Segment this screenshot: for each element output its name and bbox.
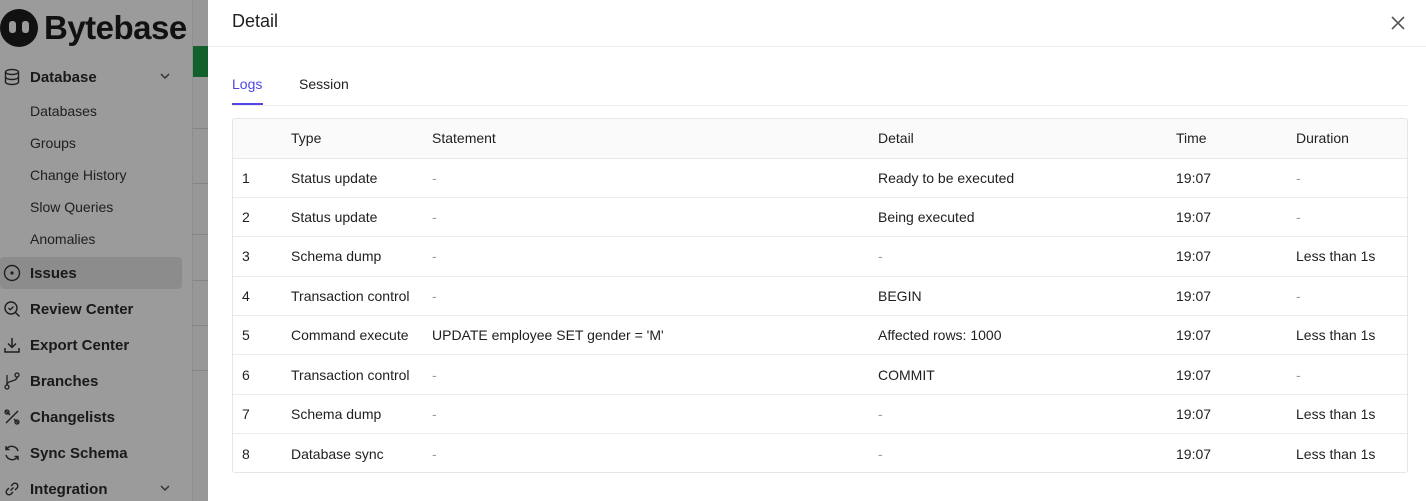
row-detail: COMMIT: [878, 354, 1176, 395]
row-time: 19:07: [1176, 276, 1296, 317]
detail-drawer: Detail Logs Session Type Statement Detai…: [208, 0, 1426, 501]
row-index: 6: [233, 354, 291, 395]
row-time: 19:07: [1176, 394, 1296, 435]
row-duration: Less than 1s: [1296, 315, 1407, 356]
row-detail: -: [878, 394, 1176, 435]
row-index: 8: [242, 445, 250, 462]
row-time: 19:07: [1176, 445, 1212, 462]
table-header-row: Type Statement Detail Time Duration: [233, 119, 1407, 159]
row-time: 19:07: [1176, 158, 1296, 198]
row-statement: -: [432, 276, 878, 317]
row-detail: Affected rows: 1000: [878, 315, 1176, 356]
column-header-type: Type: [291, 119, 432, 159]
row-type: Transaction control: [291, 354, 432, 395]
table-row: 3 Schema dump - - 19:07 Less than 1s: [233, 236, 1407, 277]
row-detail: Ready to be executed: [878, 158, 1176, 198]
row-duration: -: [1296, 158, 1407, 198]
row-statement: UPDATE employee SET gender = 'M': [432, 315, 878, 356]
row-detail: BEGIN: [878, 276, 1176, 317]
row-type: Status update: [291, 158, 432, 198]
table-row: 7 Schema dump - - 19:07 Less than 1s: [233, 394, 1407, 435]
column-header-statement: Statement: [432, 119, 878, 159]
row-duration: Less than 1s: [1296, 236, 1407, 277]
row-type: Schema dump: [291, 236, 432, 277]
logs-table: Type Statement Detail Time Duration 1 St…: [232, 118, 1408, 473]
row-index: 4: [233, 276, 291, 317]
row-index: 5: [233, 315, 291, 356]
row-time: 19:07: [1176, 236, 1296, 277]
table-row: 4 Transaction control - BEGIN 19:07 -: [233, 276, 1407, 317]
row-detail: Being executed: [878, 197, 1176, 238]
tab-session[interactable]: Session: [299, 76, 349, 92]
column-header-time: Time: [1176, 119, 1296, 159]
table-row: 2 Status update - Being executed 19:07 -: [233, 197, 1407, 238]
column-header-detail: Detail: [878, 119, 1176, 159]
row-index: 1: [233, 158, 291, 198]
row-duration: Less than 1s: [1296, 445, 1376, 462]
row-time: 19:07: [1176, 354, 1296, 395]
drawer-title: Detail: [232, 11, 279, 31]
row-detail: -: [878, 445, 883, 462]
modal-overlay[interactable]: [0, 0, 208, 501]
row-type: Status update: [291, 197, 432, 238]
row-time: 19:07: [1176, 315, 1296, 356]
table-row: 6 Transaction control - COMMIT 19:07 -: [233, 354, 1407, 395]
table-row: 8 Database sync - - 19:07 Less than 1s: [233, 434, 1407, 472]
row-duration: -: [1296, 354, 1407, 395]
drawer-header: Detail: [208, 0, 1426, 47]
row-type: Database sync: [291, 445, 384, 462]
row-index: 2: [233, 197, 291, 238]
row-statement: -: [432, 354, 878, 395]
tab-logs[interactable]: Logs: [232, 76, 262, 92]
row-statement: -: [432, 236, 878, 277]
row-type: Command execute: [291, 315, 432, 356]
row-statement: -: [432, 158, 878, 198]
row-index: 7: [233, 394, 291, 435]
tab-bar: Logs Session: [232, 71, 1408, 106]
row-statement: -: [432, 197, 878, 238]
row-type: Schema dump: [291, 394, 432, 435]
column-header-index: [233, 119, 291, 159]
row-type: Transaction control: [291, 276, 432, 317]
row-detail: -: [878, 236, 1176, 277]
row-statement: -: [432, 445, 437, 462]
close-icon[interactable]: [1388, 13, 1408, 33]
row-statement: -: [432, 394, 878, 435]
table-row: 5 Command execute UPDATE employee SET ge…: [233, 315, 1407, 356]
active-tab-indicator: [232, 103, 263, 105]
row-duration: -: [1296, 276, 1407, 317]
table-row: 1 Status update - Ready to be executed 1…: [233, 158, 1407, 198]
column-header-duration: Duration: [1296, 119, 1407, 159]
row-duration: -: [1296, 197, 1407, 238]
row-duration: Less than 1s: [1296, 394, 1407, 435]
row-time: 19:07: [1176, 197, 1296, 238]
row-index: 3: [233, 236, 291, 277]
